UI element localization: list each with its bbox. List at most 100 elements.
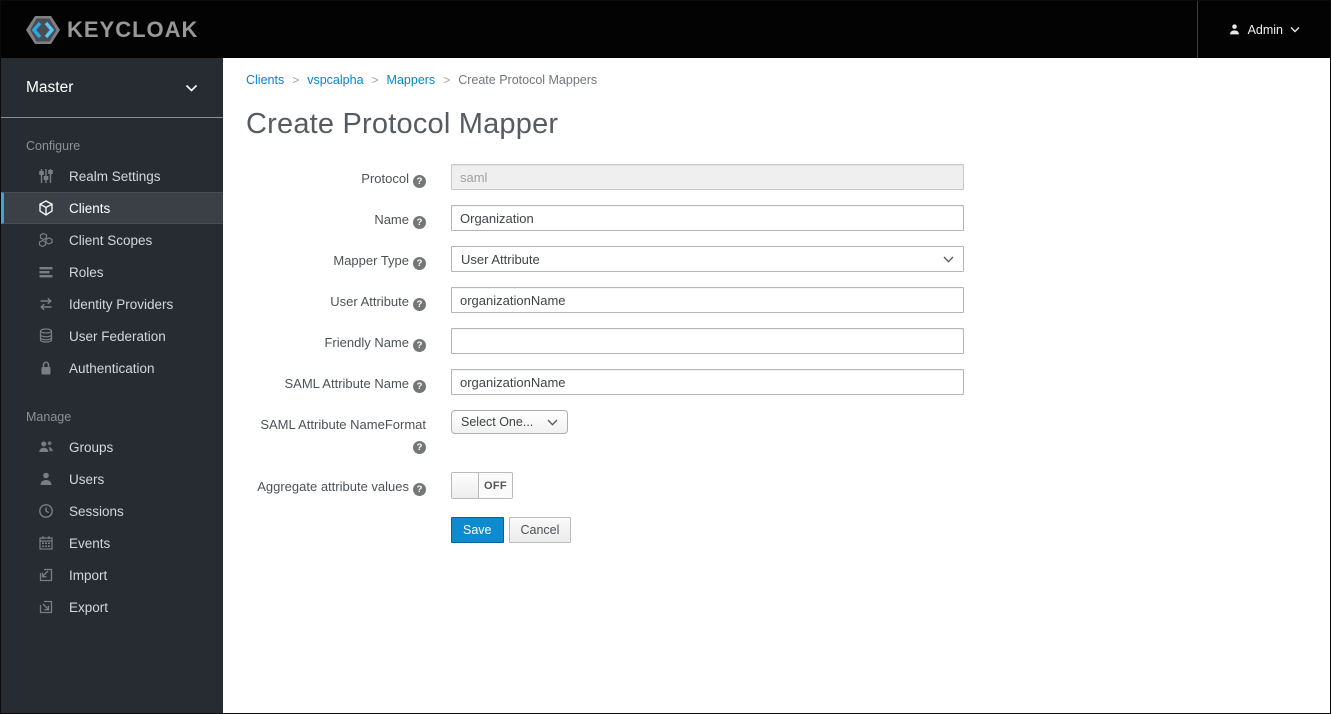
- saml-nameformat-select[interactable]: Select One...: [451, 410, 569, 434]
- mapper-type-row: Mapper Type? User Attribute: [246, 246, 1330, 272]
- database-icon: [37, 328, 54, 345]
- cube-icon: [37, 200, 54, 217]
- sidebar-item-users[interactable]: Users: [1, 463, 223, 495]
- sidebar-item-label: Groups: [69, 439, 114, 455]
- protocol-row: Protocol?: [246, 164, 1330, 190]
- import-icon: [37, 567, 54, 584]
- page-title: Create Protocol Mapper: [246, 108, 559, 140]
- breadcrumb: Clients > vspcalpha > Mappers > Create P…: [246, 73, 1330, 87]
- saml-nameformat-selected-value: Select One...: [461, 415, 534, 429]
- exchange-arrows-icon: [37, 296, 54, 313]
- sidebar-item-authentication[interactable]: Authentication: [1, 352, 223, 384]
- user-icon: [37, 471, 54, 488]
- sidebar-item-label: Realm Settings: [69, 168, 161, 184]
- aggregate-values-toggle[interactable]: OFF: [451, 472, 513, 499]
- admin-menu[interactable]: Admin: [1196, 1, 1330, 58]
- breadcrumb-client[interactable]: vspcalpha: [307, 73, 363, 87]
- chevron-down-icon: [943, 256, 954, 263]
- export-icon: [37, 599, 54, 616]
- breadcrumb-mappers[interactable]: Mappers: [387, 73, 436, 87]
- friendly-name-input[interactable]: [451, 328, 964, 354]
- sidebar-item-import[interactable]: Import: [1, 559, 223, 591]
- help-icon[interactable]: ?: [413, 380, 426, 393]
- create-protocol-mapper-form: Protocol? Name? Mapper Type? User Attrib…: [246, 164, 1330, 543]
- sidebar-item-label: Events: [69, 535, 111, 551]
- friendly-name-label: Friendly Name?: [246, 328, 426, 354]
- help-icon[interactable]: ?: [413, 298, 426, 311]
- clock-icon: [37, 503, 54, 520]
- breadcrumb-current: Create Protocol Mappers: [458, 73, 598, 87]
- section-header-configure: Configure: [26, 139, 81, 153]
- sidebar-item-events[interactable]: Events: [1, 527, 223, 559]
- sidebar-item-label: Export: [69, 599, 109, 615]
- calendar-icon: [37, 535, 54, 552]
- name-label: Name?: [246, 205, 426, 231]
- users-icon: [37, 439, 54, 456]
- saml-nameformat-label: SAML Attribute NameFormat?: [260, 417, 426, 454]
- brand-name: KEYCLOAK: [67, 16, 199, 42]
- sidebar-item-label: User Federation: [69, 328, 166, 344]
- user-attribute-row: User Attribute?: [246, 287, 1330, 313]
- cancel-button[interactable]: Cancel: [508, 517, 572, 543]
- sidebar-item-label: Sessions: [69, 503, 124, 519]
- sidebar-item-label: Identity Providers: [69, 296, 174, 312]
- sidebar-item-clients[interactable]: Clients: [1, 192, 223, 224]
- sidebar-item-export[interactable]: Export: [1, 591, 223, 623]
- chevron-down-icon: [547, 419, 558, 426]
- mapper-type-label: Mapper Type?: [246, 246, 426, 272]
- form-actions: Save Cancel: [451, 517, 1330, 543]
- sidebar-item-sessions[interactable]: Sessions: [1, 495, 223, 527]
- app-window: KEYCLOAK Admin Master Configure Realm Se…: [0, 0, 1331, 714]
- sidebar-item-label: Import: [69, 567, 108, 583]
- sidebar-item-user-federation[interactable]: User Federation: [1, 320, 223, 352]
- realm-selector[interactable]: Master: [1, 58, 223, 118]
- section-header-manage: Manage: [26, 410, 72, 424]
- list-icon: [37, 264, 54, 281]
- saml-attribute-name-input[interactable]: [451, 369, 964, 395]
- cubes-icon: [37, 232, 54, 249]
- sidebar-item-realm-settings[interactable]: Realm Settings: [1, 160, 223, 192]
- sidebar-item-label: Clients: [69, 200, 111, 216]
- sidebar-item-label: Client Scopes: [69, 232, 153, 248]
- chevron-down-icon: [1290, 27, 1300, 33]
- help-icon[interactable]: ?: [413, 175, 426, 188]
- keycloak-logo: KEYCLOAK: [1, 1, 1197, 58]
- name-input[interactable]: [451, 205, 964, 231]
- user-attribute-label: User Attribute?: [246, 287, 426, 313]
- help-icon[interactable]: ?: [413, 339, 426, 352]
- sidebar-item-client-scopes[interactable]: Client Scopes: [1, 224, 223, 256]
- breadcrumb-clients[interactable]: Clients: [246, 73, 284, 87]
- sidebar: Master Configure Realm Settings Clients …: [1, 58, 223, 713]
- toggle-state-label: OFF: [479, 473, 512, 498]
- sidebar-item-label: Roles: [69, 264, 104, 280]
- sidebar-item-identity-providers[interactable]: Identity Providers: [1, 288, 223, 320]
- sidebar-item-roles[interactable]: Roles: [1, 256, 223, 288]
- sidebar-item-label: Authentication: [69, 360, 155, 376]
- protocol-input: [451, 164, 964, 190]
- toggle-handle: [452, 473, 479, 498]
- help-icon[interactable]: ?: [413, 440, 426, 454]
- aggregate-values-label: Aggregate attribute values?: [246, 472, 426, 499]
- save-button[interactable]: Save: [451, 517, 504, 543]
- chevron-down-icon: [185, 84, 198, 92]
- keycloak-hexagon-icon: [26, 15, 60, 44]
- sidebar-item-label: Users: [69, 471, 105, 487]
- mapper-type-selected-value: User Attribute: [461, 251, 540, 267]
- main-content: Clients > vspcalpha > Mappers > Create P…: [223, 58, 1330, 713]
- sliders-icon: [37, 168, 54, 185]
- aggregate-values-row: Aggregate attribute values? OFF: [246, 472, 1330, 499]
- topbar: KEYCLOAK Admin: [1, 1, 1330, 58]
- protocol-label: Protocol?: [246, 164, 426, 190]
- saml-attribute-name-row: SAML Attribute Name?: [246, 369, 1330, 395]
- friendly-name-row: Friendly Name?: [246, 328, 1330, 354]
- saml-attribute-name-label: SAML Attribute Name?: [246, 369, 426, 395]
- admin-label: Admin: [1247, 22, 1283, 37]
- breadcrumb-separator: >: [371, 73, 379, 87]
- help-icon[interactable]: ?: [413, 257, 426, 270]
- sidebar-item-groups[interactable]: Groups: [1, 431, 223, 463]
- user-attribute-input[interactable]: [451, 287, 964, 313]
- help-icon[interactable]: ?: [413, 216, 426, 229]
- help-icon[interactable]: ?: [413, 483, 426, 496]
- mapper-type-select[interactable]: User Attribute: [451, 246, 964, 272]
- saml-nameformat-row: SAML Attribute NameFormat? Select One...: [246, 410, 1330, 454]
